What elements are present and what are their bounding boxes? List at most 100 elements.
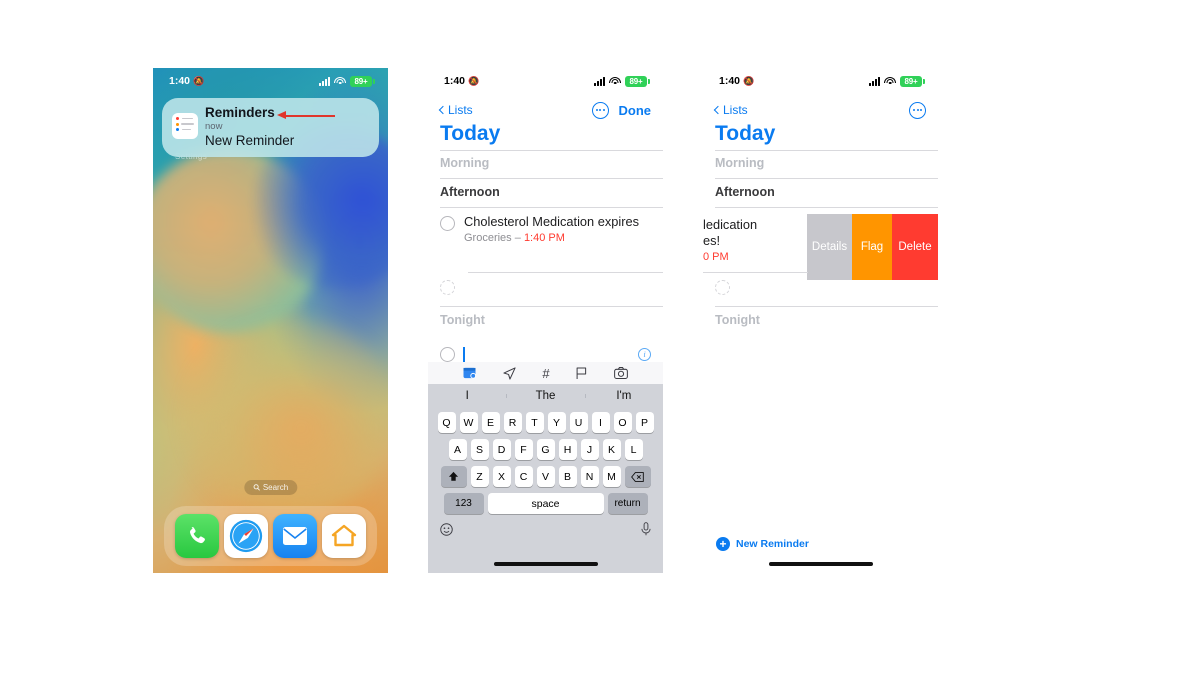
dock-app-mail[interactable] xyxy=(273,514,318,558)
on-screen-keyboard: Q W E R T Y U I O P A S D F G H J K L Z … xyxy=(428,408,663,573)
shift-icon[interactable] xyxy=(440,466,467,487)
dock-app-phone[interactable] xyxy=(174,514,219,558)
numbers-key[interactable]: 123 xyxy=(443,493,484,514)
dock-app-safari[interactable] xyxy=(223,514,268,558)
key-z[interactable]: Z xyxy=(470,466,489,487)
new-reminder-checkbox[interactable] xyxy=(440,346,455,362)
section-header-tonight: Tonight xyxy=(440,313,485,327)
key-t[interactable]: T xyxy=(525,412,544,433)
key-r[interactable]: R xyxy=(503,412,522,433)
key-l[interactable]: L xyxy=(624,439,643,460)
wifi-icon xyxy=(334,76,346,86)
reminder-title-line-1: ledication xyxy=(703,217,758,232)
divider xyxy=(715,178,938,179)
camera-icon[interactable] xyxy=(613,367,628,379)
reminder-checkbox-placeholder[interactable] xyxy=(715,280,730,295)
key-p[interactable]: P xyxy=(635,412,654,433)
reminder-checkbox-placeholder[interactable] xyxy=(440,280,455,295)
key-f[interactable]: F xyxy=(514,439,533,460)
back-to-lists-button[interactable]: Lists xyxy=(713,103,748,117)
back-button-label: Lists xyxy=(448,103,473,117)
divider xyxy=(440,306,663,307)
wifi-icon xyxy=(609,76,621,86)
suggestion-item[interactable]: I xyxy=(428,390,506,402)
swipe-action-details[interactable]: Details xyxy=(807,214,852,280)
key-c[interactable]: C xyxy=(514,466,533,487)
location-arrow-icon[interactable] xyxy=(503,366,516,380)
key-i[interactable]: I xyxy=(591,412,610,433)
keyboard-suggestion-bar: I The I'm xyxy=(428,384,663,408)
keyboard-row-2: A S D F G H J K L xyxy=(428,439,663,460)
back-button-label: Lists xyxy=(723,103,748,117)
cellular-signal-icon xyxy=(594,76,605,86)
reminder-separator: – xyxy=(514,232,521,245)
calendar-icon[interactable] xyxy=(463,367,477,379)
chevron-left-icon xyxy=(713,105,723,115)
suggestion-item[interactable]: The xyxy=(506,390,584,402)
swipe-action-flag[interactable]: Flag xyxy=(852,214,892,280)
done-button[interactable]: Done xyxy=(619,103,652,118)
new-reminder-label: New Reminder xyxy=(736,538,809,550)
key-j[interactable]: J xyxy=(580,439,599,460)
new-reminder-button[interactable]: + New Reminder xyxy=(716,537,809,551)
key-v[interactable]: V xyxy=(536,466,555,487)
status-time: 1:40 xyxy=(169,75,191,87)
key-x[interactable]: X xyxy=(492,466,511,487)
reminder-row[interactable]: Cholesterol Medication expires Groceries… xyxy=(440,214,651,244)
key-a[interactable]: A xyxy=(448,439,467,460)
ellipsis-icon[interactable] xyxy=(591,101,609,119)
key-e[interactable]: E xyxy=(481,412,500,433)
swipe-action-delete[interactable]: Delete xyxy=(892,214,938,280)
divider xyxy=(440,207,663,208)
back-to-lists-button[interactable]: Lists xyxy=(438,103,473,117)
section-header-morning: Morning xyxy=(440,156,490,170)
keyboard-bottom-row xyxy=(428,520,663,536)
suggestion-item[interactable]: I'm xyxy=(584,390,663,402)
status-bar-right: 89+ xyxy=(869,75,925,87)
key-g[interactable]: G xyxy=(536,439,555,460)
hashtag-icon[interactable]: # xyxy=(542,366,549,381)
reminder-title: Cholesterol Medication expires xyxy=(464,214,639,229)
battery-icon: 89+ xyxy=(625,75,650,87)
reminder-subtitle: Groceries – 1:40 PM xyxy=(464,232,639,244)
key-m[interactable]: M xyxy=(602,466,621,487)
divider xyxy=(703,272,808,273)
plus-circle-icon: + xyxy=(716,537,730,551)
page-title: Today xyxy=(440,122,501,145)
annotation-arrow-icon xyxy=(277,111,335,121)
microphone-icon[interactable] xyxy=(641,522,651,536)
key-w[interactable]: W xyxy=(459,412,478,433)
text-caret xyxy=(463,346,465,362)
info-icon[interactable]: i xyxy=(638,347,651,361)
space-key[interactable]: space xyxy=(487,493,604,514)
key-s[interactable]: S xyxy=(470,439,489,460)
reminder-row-swiped[interactable]: ledication es! 0 PM Details Flag Delete xyxy=(703,214,938,280)
key-k[interactable]: K xyxy=(602,439,621,460)
emoji-icon[interactable] xyxy=(440,522,453,536)
return-key[interactable]: return xyxy=(607,493,648,514)
flag-icon[interactable] xyxy=(576,366,587,380)
key-d[interactable]: D xyxy=(492,439,511,460)
notification-banner[interactable]: Reminders now New Reminder xyxy=(162,98,379,158)
dock xyxy=(164,506,377,566)
key-n[interactable]: N xyxy=(580,466,599,487)
chevron-left-icon xyxy=(438,105,448,115)
phone-reminders-edit: 1:40 🔕 89+ Lists Done Today Morning Afte… xyxy=(428,68,663,573)
key-q[interactable]: Q xyxy=(437,412,456,433)
key-u[interactable]: U xyxy=(569,412,588,433)
swipe-action-buttons: Details Flag Delete xyxy=(807,214,938,280)
backspace-icon[interactable] xyxy=(624,466,651,487)
divider xyxy=(715,306,938,307)
reminder-row-empty[interactable] xyxy=(440,280,455,295)
ellipsis-icon[interactable] xyxy=(909,101,926,119)
key-h[interactable]: H xyxy=(558,439,577,460)
home-search-pill[interactable]: Search xyxy=(243,480,298,495)
dock-app-home[interactable] xyxy=(322,514,367,558)
key-b[interactable]: B xyxy=(558,466,577,487)
key-o[interactable]: O xyxy=(613,412,632,433)
key-y[interactable]: Y xyxy=(547,412,566,433)
reminder-checkbox[interactable] xyxy=(440,216,455,231)
navigation-bar: Lists xyxy=(703,98,938,122)
reminder-row-empty[interactable] xyxy=(715,280,730,295)
battery-icon: 89+ xyxy=(900,75,925,87)
